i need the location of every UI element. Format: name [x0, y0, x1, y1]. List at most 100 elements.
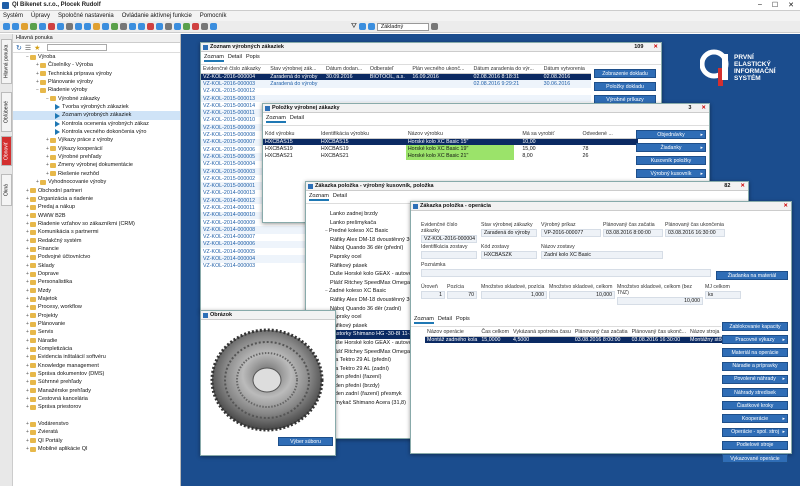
- tree-item[interactable]: + Predaj a nákup: [13, 203, 180, 211]
- toolbar-button-icon[interactable]: [111, 23, 118, 30]
- tree-item[interactable]: + Zvieratá: [13, 428, 180, 436]
- menu-item[interactable]: Spoločné nastavenia: [58, 13, 114, 19]
- side-button-3[interactable]: Výrobný kusovník: [636, 169, 706, 178]
- toolbar-button-icon[interactable]: [210, 23, 217, 30]
- column-header[interactable]: Plánovaný čas začatia: [572, 328, 630, 337]
- toolbar-button-icon[interactable]: [174, 23, 181, 30]
- select-file-button[interactable]: Výber súboru: [278, 437, 333, 446]
- toolbar-button-icon[interactable]: [367, 23, 375, 30]
- toolbar-button-icon[interactable]: [165, 23, 172, 30]
- side-button-3[interactable]: Náradie a prípravky: [722, 361, 788, 371]
- tree-item[interactable]: + Riadenie vzťahov so zákazníkmi (CRM): [13, 220, 180, 228]
- tree-item[interactable]: + Zmeny výrobnej dokumentácie: [13, 161, 180, 169]
- tree-icon[interactable]: ☰: [25, 44, 31, 52]
- tab-0[interactable]: Zoznam: [266, 115, 286, 123]
- table-row[interactable]: VZ-KOL-2016-000004 Zaradená do výroby 30.0…: [201, 73, 591, 81]
- side-button-7[interactable]: Kooperácie: [722, 414, 788, 424]
- menu-item[interactable]: Ovládanie aktívnej funkcie: [122, 13, 192, 19]
- column-header[interactable]: Odvedené ...: [580, 130, 638, 139]
- menu-item[interactable]: Úpravy: [31, 13, 50, 19]
- side-button-9[interactable]: Podielové stroje: [722, 440, 788, 450]
- menu-item[interactable]: Pomocník: [200, 13, 227, 19]
- column-header[interactable]: Názov výrobku: [405, 130, 514, 139]
- tree-item[interactable]: + Doprave: [13, 270, 180, 278]
- close-icon[interactable]: ✕: [653, 44, 658, 50]
- tree-item[interactable]: + Organizácia a riadenie: [13, 195, 180, 203]
- tree-item[interactable]: + Číselníky - Výroba: [13, 61, 180, 69]
- toolbar-button-icon[interactable]: [75, 23, 82, 30]
- field-value[interactable]: 03.08.2016 16:30:00: [665, 229, 725, 237]
- minimize-icon[interactable]: –: [758, 1, 762, 9]
- side-button-1[interactable]: Žiadanky: [636, 143, 706, 152]
- toolbar-button-icon[interactable]: [30, 23, 37, 30]
- toolbar-button-icon[interactable]: [48, 23, 55, 30]
- tree-item[interactable]: + Výkazy kooperácií: [13, 145, 180, 153]
- field-value[interactable]: [421, 251, 477, 259]
- toolbar-button-icon[interactable]: [201, 23, 208, 30]
- field-value[interactable]: ks: [705, 291, 741, 299]
- column-header[interactable]: Plánovaný čas ukonč...: [629, 328, 689, 337]
- field-value[interactable]: Zadní kolo XC Basic: [541, 251, 663, 259]
- field-value[interactable]: VP-2016-000077: [541, 229, 601, 237]
- toolbar-button-icon[interactable]: [21, 23, 28, 30]
- close-icon[interactable]: ✕: [783, 203, 788, 209]
- tree-item[interactable]: + Správa dokumentov (DMS): [13, 370, 180, 378]
- tree-item[interactable]: Zoznam výrobných zákaziek: [13, 111, 180, 120]
- tab-0[interactable]: Zoznam: [309, 193, 329, 201]
- material-request-button[interactable]: Žiadanka na materiál: [716, 271, 788, 280]
- tree-item[interactable]: + Plánovanie: [13, 320, 180, 328]
- tree-item[interactable]: [13, 412, 180, 420]
- tree-item[interactable]: + Redakčný systém: [13, 237, 180, 245]
- side-button-2[interactable]: Materiál na operácie: [722, 348, 788, 358]
- table-row[interactable]: HXCBAS21 HXCBAS21 Horské kolo XC Basic 21"…: [263, 152, 638, 160]
- tree-item[interactable]: + QI Portály: [13, 437, 180, 445]
- tree-item[interactable]: + Personalistika: [13, 278, 180, 286]
- tree-item[interactable]: + Technická príprava výroby: [13, 70, 180, 78]
- refresh-icon[interactable]: ↻: [16, 44, 22, 52]
- column-header[interactable]: Odberateľ: [367, 65, 411, 74]
- side-button-1[interactable]: Pracovné výkazy: [722, 335, 788, 345]
- tree-item[interactable]: + Mzdy: [13, 287, 180, 295]
- field-value[interactable]: 10,000: [617, 297, 703, 305]
- tree-item[interactable]: + Komunikácia s partnermi: [13, 228, 180, 236]
- toolbar-button-icon[interactable]: [84, 23, 91, 30]
- toolbar-button-icon[interactable]: [147, 23, 154, 30]
- side-button-4[interactable]: Povolené náhrady: [722, 374, 788, 384]
- toolbar-button-icon[interactable]: [39, 23, 46, 30]
- toolbar-button-icon[interactable]: [156, 23, 163, 30]
- tab-1[interactable]: Detail: [438, 316, 452, 324]
- table-row[interactable]: Montáž zadného kola 15,0000 4,5000 03.08.20…: [425, 336, 735, 344]
- side-button-0[interactable]: Zobrazenie dokladu: [594, 69, 656, 78]
- field-value[interactable]: 1,000: [481, 291, 547, 299]
- toolbar-button-icon[interactable]: [430, 23, 438, 30]
- column-header[interactable]: Identifikácia výrobku: [318, 130, 406, 139]
- column-header[interactable]: [513, 130, 521, 139]
- tree-item[interactable]: + Výkazy práce z výroby: [13, 136, 180, 144]
- tree-item[interactable]: + Sklady: [13, 262, 180, 270]
- column-header[interactable]: Dátum dodan...: [324, 65, 368, 74]
- side-button-6[interactable]: Čiastkové kroky: [722, 401, 788, 411]
- column-header[interactable]: Názov stroja: [688, 328, 725, 337]
- close-icon[interactable]: ✕: [740, 183, 745, 189]
- tree-item[interactable]: − Výrobné zákazky: [13, 95, 180, 103]
- field-value[interactable]: 03.08.2016 8:00:00: [603, 229, 663, 237]
- vertical-tab-1[interactable]: Obľúbené: [1, 92, 12, 132]
- tree-item[interactable]: + Projekty: [13, 312, 180, 320]
- side-button-10[interactable]: Vykazované operácie: [722, 454, 788, 463]
- column-header[interactable]: Evidenčné číslo zákazky: [201, 65, 269, 74]
- toolbar-button-icon[interactable]: [102, 23, 109, 30]
- tree-item[interactable]: Tvorba výrobných zákaziek: [13, 103, 180, 111]
- side-button-5[interactable]: Náhrady stredisek: [722, 388, 788, 397]
- tree-item[interactable]: + Evidencia inštalácií softvéru: [13, 353, 180, 361]
- tree-item[interactable]: + Kompletizácia: [13, 345, 180, 353]
- toolbar-button-icon[interactable]: [192, 23, 199, 30]
- tree-item[interactable]: + Obchodní partneri: [13, 187, 180, 195]
- menu-item[interactable]: Systém: [3, 13, 23, 19]
- tree-item[interactable]: + Knowledge management: [13, 362, 180, 370]
- tree-item[interactable]: + Manažérske prehľady: [13, 387, 180, 395]
- tab-2[interactable]: Popis: [456, 316, 470, 324]
- toolbar-button-icon[interactable]: [138, 23, 145, 30]
- tree-item[interactable]: + Mobilné aplikácie QI: [13, 445, 180, 453]
- table-row[interactable]: VZ-KOL-2015-000012: [201, 88, 591, 95]
- field-value[interactable]: 10,000: [549, 291, 615, 299]
